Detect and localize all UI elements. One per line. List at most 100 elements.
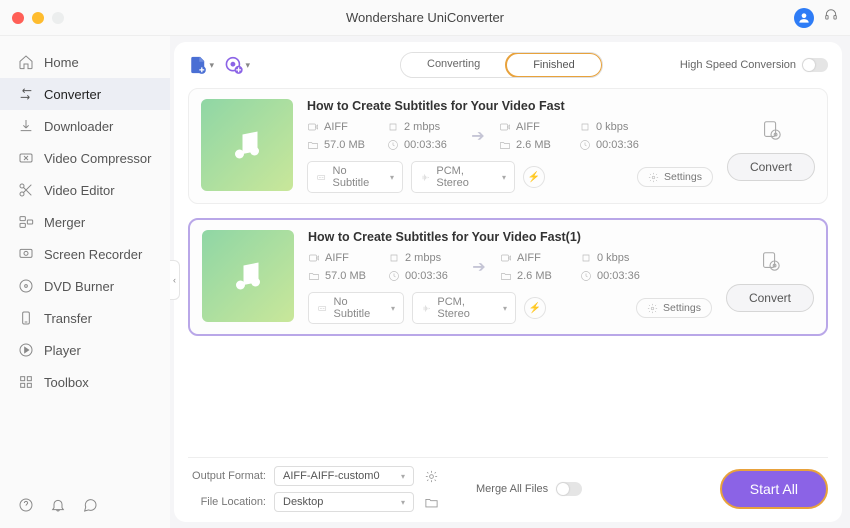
toolbar: ▾ ▾ Converting Finished High Speed Conve… <box>188 52 828 78</box>
video-icon <box>308 252 320 264</box>
compress-icon <box>18 150 34 166</box>
help-button[interactable] <box>18 497 34 518</box>
titlebar: Wondershare UniConverter <box>0 0 850 36</box>
file-location-select[interactable]: Desktop▾ <box>274 492 414 512</box>
sidebar-item-toolbox[interactable]: Toolbox <box>0 366 170 398</box>
add-file-button[interactable]: ▾ <box>188 54 214 76</box>
file-card[interactable]: How to Create Subtitles for Your Video F… <box>188 88 828 204</box>
sidebar-item-video-editor[interactable]: Video Editor <box>0 174 170 206</box>
status-tabs: Converting Finished <box>400 52 603 78</box>
dst-format: AIFF <box>499 121 569 133</box>
sidebar-item-player[interactable]: Player <box>0 334 170 366</box>
merge-toggle-row: Merge All Files <box>476 482 582 496</box>
sidebar-item-merger[interactable]: Merger <box>0 206 170 238</box>
collapse-sidebar-button[interactable]: ‹ <box>170 260 180 300</box>
sidebar-item-label: Player <box>44 343 81 358</box>
file-gear-icon <box>760 119 782 141</box>
sidebar-item-label: Video Editor <box>44 183 115 198</box>
output-settings-icon-button[interactable] <box>422 467 440 485</box>
convert-button[interactable]: Convert <box>726 284 814 312</box>
file-card[interactable]: How to Create Subtitles for Your Video F… <box>188 218 828 336</box>
video-icon <box>307 121 319 133</box>
merge-toggle[interactable] <box>556 482 582 496</box>
start-all-button[interactable]: Start All <box>720 469 828 509</box>
sidebar-item-converter[interactable]: Converter <box>0 78 170 110</box>
speed-button[interactable]: ⚡ <box>523 166 545 188</box>
feedback-button[interactable] <box>82 497 98 518</box>
gauge-icon <box>387 121 399 133</box>
content-panel: ▾ ▾ Converting Finished High Speed Conve… <box>174 42 842 522</box>
open-folder-button[interactable] <box>422 493 440 511</box>
notifications-button[interactable] <box>50 497 66 518</box>
gauge-icon <box>388 252 400 264</box>
sidebar-item-label: Converter <box>44 87 101 102</box>
audio-dropdown[interactable]: PCM, Stereo▾ <box>411 161 515 193</box>
speed-button[interactable]: ⚡ <box>524 297 546 319</box>
subtitle-icon <box>316 172 327 183</box>
music-note-icon <box>229 127 265 163</box>
clock-icon <box>579 139 591 151</box>
video-icon <box>499 121 511 133</box>
home-icon <box>18 54 34 70</box>
settings-button[interactable]: Settings <box>636 298 712 318</box>
support-button[interactable] <box>824 8 838 27</box>
audio-icon <box>420 172 430 183</box>
chat-icon <box>82 497 98 513</box>
sidebar-item-downloader[interactable]: Downloader <box>0 110 170 142</box>
account-avatar[interactable] <box>794 8 814 28</box>
src-bitrate: 2 mbps <box>387 121 457 133</box>
high-speed-toggle-row: High Speed Conversion <box>680 58 828 72</box>
gear-icon <box>424 469 439 484</box>
output-format-select[interactable]: AIFF-AIFF-custom0▾ <box>274 466 414 486</box>
high-speed-label: High Speed Conversion <box>680 59 796 71</box>
convert-button[interactable]: Convert <box>727 153 815 181</box>
file-title: How to Create Subtitles for Your Video F… <box>308 230 712 244</box>
play-icon <box>18 342 34 358</box>
dst-bitrate: 0 kbps <box>580 252 650 264</box>
tab-converting[interactable]: Converting <box>401 53 506 77</box>
minimize-window-button[interactable] <box>32 12 44 24</box>
subtitle-dropdown[interactable]: No Subtitle▾ <box>308 292 404 324</box>
subtitle-icon <box>317 303 328 314</box>
transfer-icon <box>18 310 34 326</box>
file-thumbnail <box>202 230 294 322</box>
subtitle-dropdown[interactable]: No Subtitle▾ <box>307 161 403 193</box>
tab-finished[interactable]: Finished <box>505 52 603 78</box>
settings-button[interactable]: Settings <box>637 167 713 187</box>
merge-label: Merge All Files <box>476 483 548 495</box>
sidebar-item-transfer[interactable]: Transfer <box>0 302 170 334</box>
converter-icon <box>18 86 34 102</box>
sidebar-item-label: Screen Recorder <box>44 247 142 262</box>
sidebar-item-dvd-burner[interactable]: DVD Burner <box>0 270 170 302</box>
video-icon <box>500 252 512 264</box>
target-plus-icon <box>224 55 243 75</box>
dst-size: 2.6 MB <box>499 139 569 151</box>
high-speed-toggle[interactable] <box>802 58 828 72</box>
audio-dropdown[interactable]: PCM, Stereo▾ <box>412 292 516 324</box>
sidebar-item-home[interactable]: Home <box>0 46 170 78</box>
output-settings-button[interactable] <box>760 119 782 141</box>
sidebar-item-label: Home <box>44 55 79 70</box>
sidebar-item-screen-recorder[interactable]: Screen Recorder <box>0 238 170 270</box>
folder-icon <box>500 270 512 282</box>
maximize-window-button[interactable] <box>52 12 64 24</box>
speed-icon: ⚡ <box>529 303 541 314</box>
add-url-button[interactable]: ▾ <box>224 54 250 76</box>
output-settings-button[interactable] <box>759 250 781 272</box>
sidebar-footer <box>0 497 170 518</box>
sidebar-item-label: Video Compressor <box>44 151 151 166</box>
sidebar: Home Converter Downloader Video Compress… <box>0 36 170 528</box>
sidebar-item-video-compressor[interactable]: Video Compressor <box>0 142 170 174</box>
dst-duration: 00:03:36 <box>579 139 649 151</box>
close-window-button[interactable] <box>12 12 24 24</box>
folder-icon <box>424 495 439 510</box>
folder-icon <box>308 270 320 282</box>
chevron-down-icon: ▾ <box>209 60 214 71</box>
src-size: 57.0 MB <box>307 139 377 151</box>
chevron-down-icon: ▾ <box>245 60 250 71</box>
file-gear-icon <box>759 250 781 272</box>
disc-icon <box>18 278 34 294</box>
src-duration: 00:03:36 <box>388 270 458 282</box>
src-bitrate: 2 mbps <box>388 252 458 264</box>
merge-icon <box>18 214 34 230</box>
